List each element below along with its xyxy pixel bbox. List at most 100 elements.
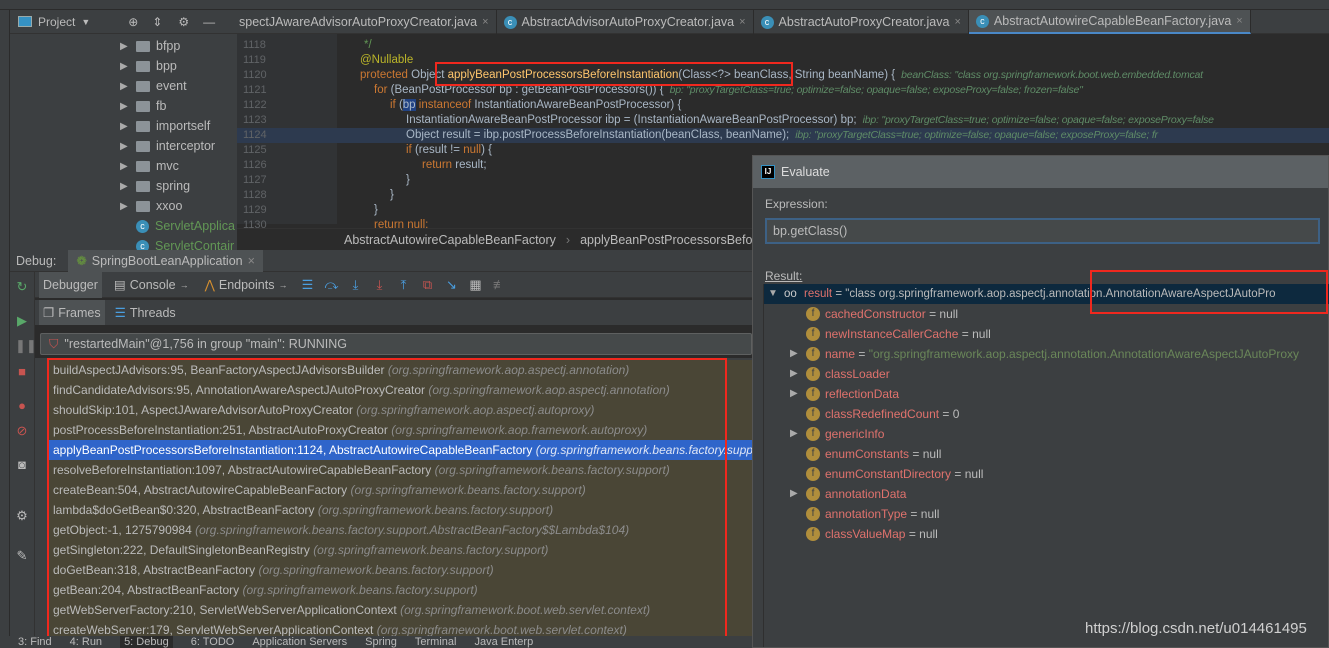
close-icon[interactable]: × — [482, 16, 488, 28]
left-tool-strip[interactable] — [0, 10, 10, 636]
bottom-tab[interactable]: 6: TODO — [191, 636, 235, 648]
chevron-down-icon[interactable]: ▼ — [81, 17, 90, 27]
close-icon[interactable]: × — [954, 16, 960, 28]
breadcrumb-class[interactable]: AbstractAutowireCapableBeanFactory — [344, 233, 556, 247]
editor-tab[interactable]: c AbstractAutowireCapableBeanFactory.java… — [968, 10, 1251, 34]
expand-arrow-icon[interactable]: ▶ — [120, 141, 130, 152]
code-line[interactable]: 1124 Object result = ibp.postProcessBefor… — [237, 128, 1329, 143]
resume-icon[interactable]: ▶ — [15, 314, 29, 328]
tab-debugger[interactable]: Debugger — [39, 271, 102, 298]
expand-arrow-icon[interactable]: ▶ — [120, 161, 130, 172]
bottom-tab[interactable]: Java Enterp — [474, 636, 533, 648]
tab-frames[interactable]: ❐ Frames — [39, 300, 105, 325]
expand-arrow-icon[interactable]: ▶ — [120, 61, 130, 72]
expand-arrow-icon[interactable]: ▶ — [120, 121, 130, 132]
locate-icon[interactable]: ⊕ — [128, 15, 138, 29]
tree-item[interactable]: c ServletApplica — [120, 216, 235, 236]
close-icon[interactable]: × — [248, 254, 255, 268]
expand-arrow-icon[interactable]: ▶ — [120, 41, 130, 52]
tree-item[interactable]: ▶ event — [120, 76, 187, 96]
evaluate-expression-icon[interactable]: ▦ — [467, 277, 483, 293]
minimize-icon[interactable]: — — [203, 15, 215, 29]
project-title[interactable]: Project — [38, 15, 75, 29]
expand-arrow-icon[interactable]: ▶ — [790, 344, 798, 364]
expand-arrow-icon[interactable]: ▶ — [790, 364, 798, 384]
collapse-icon[interactable]: ⇕ — [152, 15, 162, 29]
field-row[interactable]: ▶ f annotationData — [764, 484, 1329, 504]
settings-icon[interactable]: ⚙ — [15, 509, 29, 523]
tree-item[interactable]: ▶ spring — [120, 176, 190, 196]
bottom-tab[interactable]: 5: Debug — [120, 636, 173, 648]
bottom-tab[interactable]: Terminal — [415, 636, 457, 648]
tree-item[interactable]: ▶ bpp — [120, 56, 177, 76]
step-out-icon[interactable]: ⤒ — [395, 277, 411, 293]
tree-item[interactable]: ▶ mvc — [120, 156, 179, 176]
debug-session-tab[interactable]: ❁ SpringBootLeanApplication × — [68, 249, 263, 272]
step-into-icon[interactable]: ⤓ — [347, 277, 363, 293]
field-row[interactable]: f classRedefinedCount = 0 — [764, 404, 1329, 424]
field-row[interactable]: ▶ f reflectionData — [764, 384, 1329, 404]
tab-endpoints[interactable]: ⋀ Endpoints → — [201, 272, 292, 298]
breadcrumb-method[interactable]: applyBeanPostProcessorsBefo — [580, 233, 752, 247]
tab-label: AbstractAutowireCapableBeanFactory.java — [993, 14, 1232, 28]
tree-item-label: bfpp — [156, 39, 181, 53]
drop-frame-icon[interactable]: ⧉ — [419, 277, 435, 293]
view-breakpoints-icon[interactable]: ● — [15, 399, 29, 413]
step-over-icon[interactable]: ⤼ — [323, 277, 339, 293]
code-line[interactable]: 1123 InstantiationAwareBeanPostProcessor … — [237, 113, 1329, 128]
expand-arrow-icon[interactable]: ▶ — [120, 101, 130, 112]
pause-icon[interactable]: ❚❚ — [15, 339, 37, 353]
pin-icon[interactable]: ✎ — [15, 549, 29, 563]
field-row[interactable]: f newInstanceCallerCache = null — [764, 324, 1329, 344]
expand-arrow-icon[interactable]: ▶ — [790, 384, 798, 404]
tab-console[interactable]: ▤ Console → — [110, 272, 193, 298]
expression-input[interactable]: bp.getClass() — [765, 218, 1320, 244]
bottom-tab[interactable]: 4: Run — [70, 636, 102, 648]
code-line[interactable]: 1118 */ — [237, 38, 1329, 53]
expand-arrow-icon[interactable]: ▼ — [768, 284, 778, 304]
code-line[interactable]: 1122 if (bp instanceof InstantiationAware… — [237, 98, 1329, 113]
inline-debug-value: beanClass: "class org.springframework.bo… — [901, 69, 1203, 81]
tree-item[interactable]: ▶ xxoo — [120, 196, 182, 216]
field-row[interactable]: f enumConstants = null — [764, 444, 1329, 464]
bottom-tab[interactable]: Application Servers — [252, 636, 347, 648]
stop-icon[interactable]: ■ — [15, 365, 29, 379]
field-row[interactable]: f annotationType = null — [764, 504, 1329, 524]
field-row[interactable]: f classValueMap = null — [764, 524, 1329, 544]
force-step-into-icon[interactable]: ⤓ — [371, 277, 387, 293]
camera-icon[interactable]: ◙ — [15, 458, 29, 472]
rerun-icon[interactable]: ↻ — [15, 280, 29, 294]
editor-tab[interactable]: c AbstractAutoProxyCreator.java × — [754, 10, 969, 34]
close-icon[interactable]: × — [1236, 15, 1242, 27]
expand-arrow-icon[interactable]: ▶ — [790, 424, 798, 444]
expand-arrow-icon[interactable]: ▶ — [120, 181, 130, 192]
code-token: } — [374, 204, 378, 216]
field-row[interactable]: f enumConstantDirectory = null — [764, 464, 1329, 484]
close-icon[interactable]: × — [739, 16, 745, 28]
trace-icon[interactable]: ≢ — [491, 277, 507, 292]
gear-icon[interactable]: ⚙ — [178, 15, 189, 29]
line-number: 1120 — [243, 69, 267, 81]
dialog-title-bar[interactable]: IJ Evaluate — [753, 156, 1328, 188]
field-value: = null — [954, 467, 984, 481]
tree-item[interactable]: ▶ bfpp — [120, 36, 180, 56]
tree-item[interactable]: ▶ fb — [120, 96, 166, 116]
field-row[interactable]: ▶ f name = "org.springframework.aop.aspect… — [764, 344, 1329, 364]
tree-item[interactable]: ▶ importself — [120, 116, 210, 136]
thread-selector[interactable]: ⛉ "restartedMain"@1,756 in group "main":… — [40, 333, 752, 355]
editor-tab[interactable]: spectJAwareAdvisorAutoProxyCreator.java × — [237, 10, 497, 34]
expand-arrow-icon[interactable]: ▶ — [120, 81, 130, 92]
folder-icon — [136, 100, 150, 112]
expand-arrow-icon[interactable]: ▶ — [120, 201, 130, 212]
mute-breakpoints-icon[interactable]: ⊘ — [15, 424, 29, 438]
tree-item[interactable]: ▶ interceptor — [120, 136, 215, 156]
show-execution-point-icon[interactable]: ☰ — [299, 277, 315, 293]
field-row[interactable]: ▶ f classLoader — [764, 364, 1329, 384]
field-row[interactable]: ▶ f genericInfo — [764, 424, 1329, 444]
tab-threads[interactable]: ☰ Threads — [111, 300, 180, 325]
expand-arrow-icon[interactable]: ▶ — [790, 484, 798, 504]
bottom-tab[interactable]: 3: Find — [18, 636, 52, 648]
bottom-tab[interactable]: Spring — [365, 636, 397, 648]
editor-tab[interactable]: c AbstractAdvisorAutoProxyCreator.java × — [497, 10, 754, 34]
run-to-cursor-icon[interactable]: ↘ — [443, 277, 459, 293]
